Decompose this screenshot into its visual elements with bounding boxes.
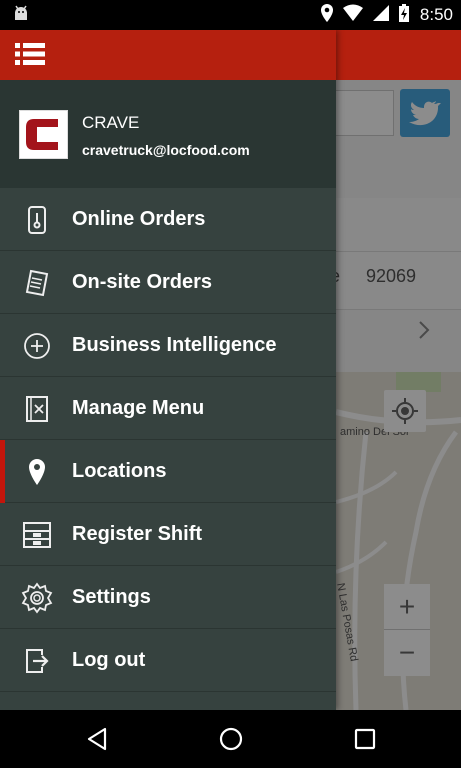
location-icon [320,3,334,28]
account-header: CRAVE cravetruck@locfood.com [0,80,336,188]
mobile-order-icon [20,203,54,237]
menu-item-label: Online Orders [72,208,206,230]
plus-circle-icon [20,329,54,363]
menu-item-label: On-site Orders [72,271,213,293]
gear-icon [20,581,54,615]
status-bar: 8:50 [0,0,461,30]
menu-item-business-intelligence[interactable]: Business Intelligence [0,314,336,377]
account-name: CRAVE [82,113,140,132]
battery-charging-icon [398,3,410,28]
menu-item-log-out[interactable]: Log out [0,629,336,692]
menu-book-icon [20,392,54,426]
navigation-drawer: CRAVE cravetruck@locfood.com Online Orde… [0,30,336,710]
back-icon[interactable] [83,724,113,754]
hamburger-list-icon[interactable] [14,41,46,72]
menu-item-label: Register Shift [72,523,203,545]
system-nav-bar [0,710,461,768]
menu-item-settings[interactable]: Settings [0,566,336,629]
menu-item-label: Manage Menu [72,397,205,419]
menu-item-online-orders[interactable]: Online Orders [0,188,336,251]
drawer-menu: Online Orders On-site Orders Business In… [0,188,336,692]
receipt-icon [20,266,54,300]
menu-item-locations[interactable]: Locations [0,440,336,503]
menu-item-on-site-orders[interactable]: On-site Orders [0,251,336,314]
crave-logo [19,110,68,159]
recents-icon[interactable] [350,724,380,754]
account-email: cravetruck@locfood.com [82,142,250,158]
cash-register-icon [20,518,54,552]
wifi-icon [342,4,364,27]
cell-signal-icon [372,4,390,27]
menu-item-label: Locations [72,460,167,482]
menu-item-manage-menu[interactable]: Manage Menu [0,377,336,440]
home-icon[interactable] [216,724,246,754]
android-icon [12,5,30,30]
menu-item-label: Log out [72,649,146,671]
menu-item-label: Settings [72,586,151,608]
menu-item-label: Business Intelligence [72,334,277,356]
menu-item-register-shift[interactable]: Register Shift [0,503,336,566]
clock: 8:50 [419,5,453,24]
drawer-app-bar [0,30,336,80]
logout-icon [20,644,54,678]
location-pin-icon [20,455,54,489]
